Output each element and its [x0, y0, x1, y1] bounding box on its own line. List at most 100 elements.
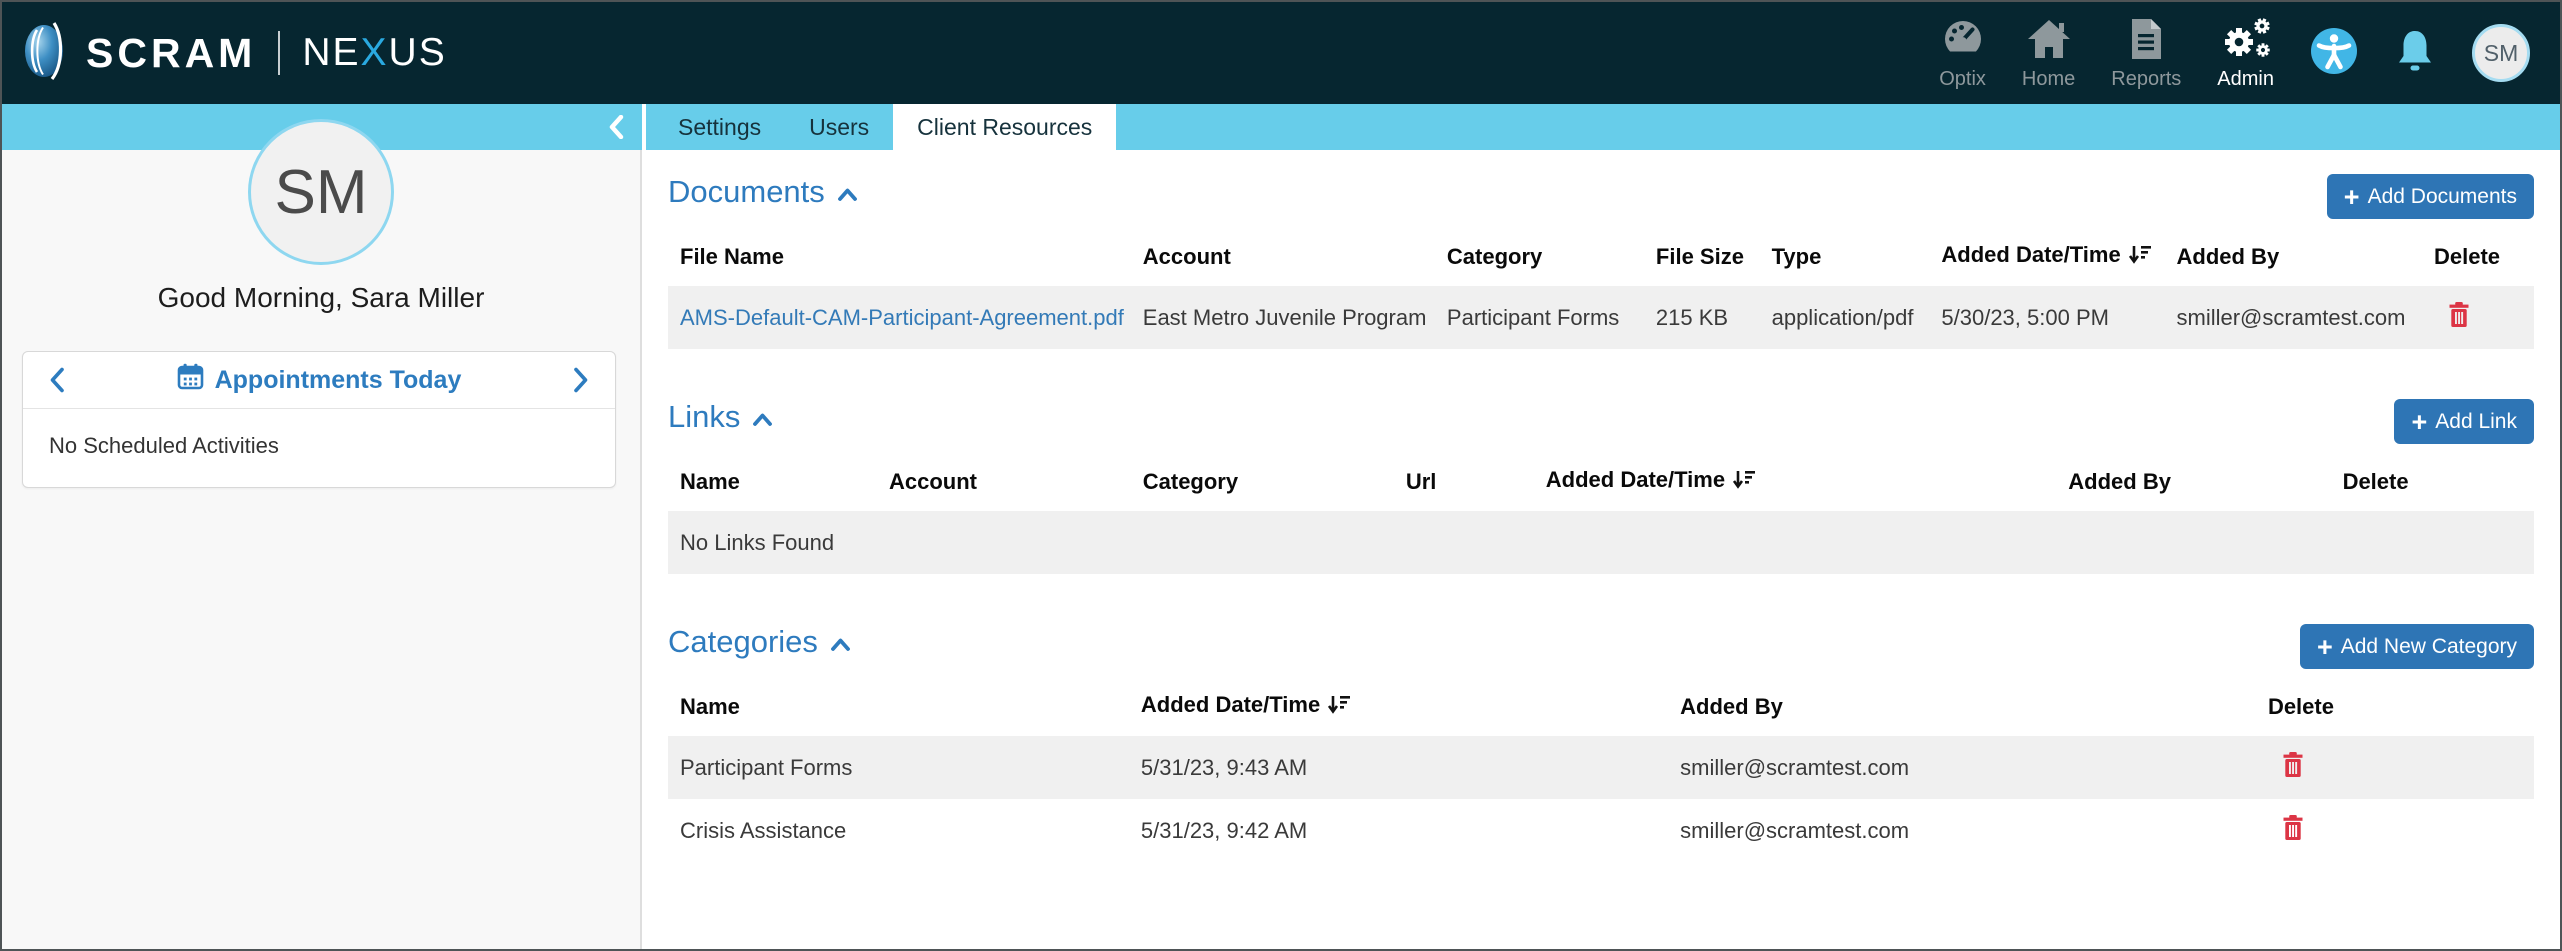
col-added-datetime[interactable]: Added Date/Time	[1929, 227, 2164, 286]
col-added-by: Added By	[1680, 693, 1783, 719]
scram-sphere-icon	[24, 21, 68, 86]
col-account: Account	[1142, 243, 1231, 269]
sort-descending-icon	[1327, 695, 1352, 720]
links-title: Links	[668, 399, 773, 435]
main-content: Documents + Add Documents File Name Acco…	[642, 150, 2560, 949]
greeting-text: Good Morning, Sara Miller	[157, 282, 485, 313]
col-file-name: File Name	[680, 243, 784, 269]
accessibility-button[interactable]	[2310, 27, 2358, 80]
plus-icon: +	[2411, 406, 2428, 437]
category-name: Crisis Assistance	[680, 817, 847, 843]
delete-category-button[interactable]	[2282, 751, 2304, 784]
document-file-link[interactable]: AMS-Default-CAM-Participant-Agreement.pd…	[680, 305, 1124, 330]
sort-descending-icon	[2128, 245, 2153, 270]
tab-settings[interactable]: Settings	[654, 104, 785, 150]
col-category: Category	[1142, 468, 1239, 494]
nav-item-optix[interactable]: Optix	[1939, 18, 1986, 89]
col-type: Type	[1771, 243, 1822, 269]
nav-item-admin[interactable]: Admin	[2217, 17, 2274, 89]
brand-nexus: NE X US	[302, 31, 447, 74]
brand-scram: SCRAM	[86, 29, 257, 76]
category-added: 5/31/23, 9:42 AM	[1140, 817, 1308, 843]
report-icon	[2128, 18, 2164, 65]
plus-icon: +	[2316, 631, 2333, 662]
col-added-datetime[interactable]: Added Date/Time	[1534, 452, 2056, 511]
col-url: Url	[1405, 468, 1437, 494]
brand-divider	[278, 31, 281, 75]
appointments-title: Appointments Today	[177, 363, 461, 397]
documents-collapse-icon[interactable]	[837, 188, 857, 201]
user-avatar[interactable]: SM	[2472, 24, 2530, 82]
home-icon	[2026, 18, 2072, 65]
gauge-icon	[1939, 18, 1986, 65]
document-account: East Metro Juvenile Program	[1130, 286, 1435, 349]
delete-document-button[interactable]	[2448, 301, 2470, 334]
sidebar: SM Good Morning, Sara Miller Appointment…	[2, 119, 642, 949]
documents-section: Documents + Add Documents File Name Acco…	[668, 174, 2534, 349]
document-added-by: smiller@scramtest.com	[2164, 286, 2422, 349]
categories-title: Categories	[668, 624, 850, 660]
col-delete: Delete	[2267, 693, 2334, 719]
notifications-button[interactable]	[2394, 28, 2436, 79]
add-link-button[interactable]: + Add Link	[2394, 399, 2534, 444]
col-added-datetime[interactable]: Added Date/Time	[1129, 677, 1668, 736]
accent-bar-separator	[642, 104, 646, 150]
top-navbar: SCRAM NE X US Optix Home Reports Admin S…	[2, 2, 2560, 104]
nav-item-home[interactable]: Home	[2022, 18, 2075, 89]
accessibility-icon	[2310, 27, 2358, 80]
appointments-prev-button[interactable]	[49, 367, 65, 393]
category-added-by: smiller@scramtest.com	[1680, 817, 1910, 843]
add-documents-button[interactable]: + Add Documents	[2326, 174, 2534, 219]
col-delete: Delete	[2434, 243, 2501, 269]
col-added-by: Added By	[2068, 468, 2171, 494]
appointments-panel: Appointments Today No Scheduled Activiti…	[22, 351, 616, 488]
appointments-empty-message: No Scheduled Activities	[49, 433, 279, 458]
delete-category-button[interactable]	[2282, 814, 2304, 847]
accent-bar: Settings Users Client Resources	[2, 104, 2560, 150]
categories-table: Name Added Date/Time Added By Delete Par…	[668, 677, 2534, 862]
document-file-size: 215 KB	[1643, 286, 1760, 349]
document-category: Participant Forms	[1434, 286, 1644, 349]
documents-table: File Name Account Category File Size Typ…	[668, 227, 2534, 349]
category-added-by: smiller@scramtest.com	[1668, 736, 2256, 799]
category-name: Participant Forms	[668, 736, 1129, 799]
links-collapse-icon[interactable]	[753, 413, 773, 426]
profile-avatar: SM	[248, 119, 394, 265]
col-delete: Delete	[2342, 468, 2409, 494]
col-account: Account	[888, 468, 977, 494]
documents-title: Documents	[668, 174, 857, 210]
calendar-icon	[177, 363, 204, 397]
plus-icon: +	[2343, 181, 2360, 212]
document-row: AMS-Default-CAM-Participant-Agreement.pd…	[668, 286, 2534, 349]
links-empty-message: No Links Found	[668, 511, 2534, 574]
tab-bar: Settings Users Client Resources	[654, 104, 1117, 150]
categories-header-row: Name Added Date/Time Added By Delete	[668, 677, 2534, 736]
add-new-category-button[interactable]: + Add New Category	[2299, 624, 2534, 669]
document-type: application/pdf	[1759, 286, 1930, 349]
col-name: Name	[680, 693, 740, 719]
links-section: Links + Add Link Name Account Category U…	[668, 399, 2534, 574]
categories-section: Categories + Add New Category Name Added…	[668, 624, 2534, 862]
app-window: SCRAM NE X US Optix Home Reports Admin S…	[0, 0, 2562, 951]
nav-item-reports[interactable]: Reports	[2111, 18, 2181, 89]
categories-collapse-icon[interactable]	[831, 638, 850, 651]
bell-icon	[2394, 28, 2436, 79]
col-name: Name	[680, 468, 740, 494]
sidebar-collapse-icon[interactable]	[609, 115, 624, 139]
category-added: 5/31/23, 9:43 AM	[1128, 736, 1669, 799]
sort-descending-icon	[1732, 470, 1757, 495]
links-header-row: Name Account Category Url Added Date/Tim…	[668, 452, 2534, 511]
appointments-next-button[interactable]	[573, 367, 589, 393]
category-row: Participant Forms 5/31/23, 9:43 AM smill…	[668, 736, 2534, 799]
links-empty-row: No Links Found	[668, 511, 2534, 574]
links-table: Name Account Category Url Added Date/Tim…	[668, 452, 2534, 574]
tab-client-resources[interactable]: Client Resources	[893, 104, 1117, 150]
scram-nexus-logo: SCRAM NE X US	[24, 21, 447, 86]
col-added-by: Added By	[2176, 243, 2280, 269]
documents-header-row: File Name Account Category File Size Typ…	[668, 227, 2534, 286]
document-added: 5/30/23, 5:00 PM	[1929, 286, 2165, 349]
tab-users[interactable]: Users	[785, 104, 893, 150]
col-file-size: File Size	[1655, 243, 1744, 269]
gears-icon	[2220, 17, 2272, 65]
top-nav-actions: Optix Home Reports Admin SM	[1939, 17, 2530, 89]
